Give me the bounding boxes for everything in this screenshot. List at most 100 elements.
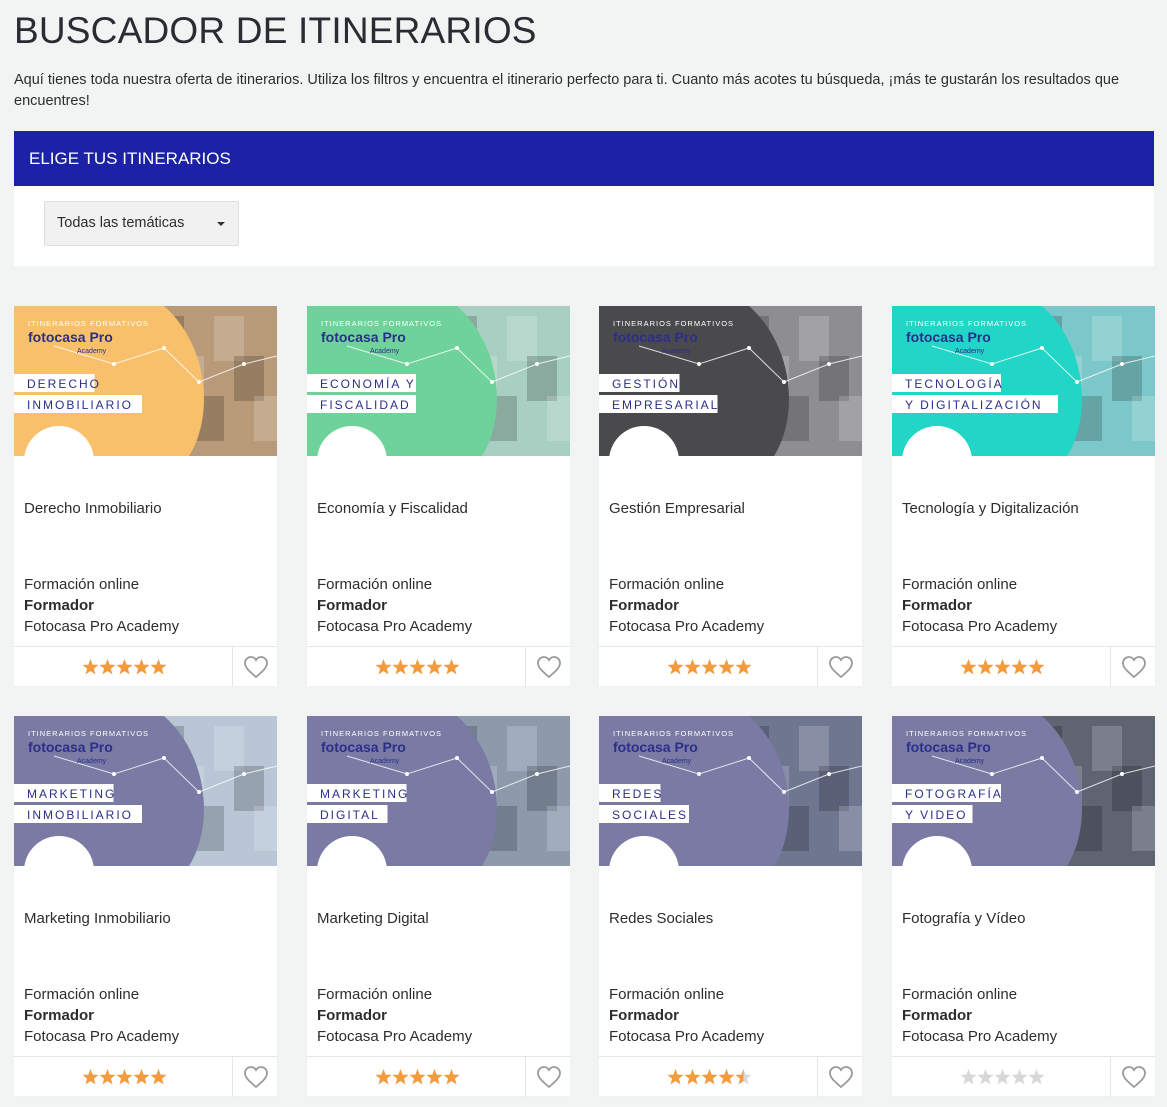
provider-logo	[317, 836, 387, 906]
provider-logo	[317, 426, 387, 496]
banner-brand-sub: Academy	[955, 758, 985, 765]
star-icon	[684, 1069, 701, 1085]
itinerary-card[interactable]: ITINERARIOS FORMATIVOS fotocasa Pro Academ…	[307, 306, 570, 687]
banner-label-line2: Y VIDEO	[905, 808, 967, 822]
banner-brand-sub: Academy	[662, 348, 692, 355]
trainer-name: Fotocasa Pro Academy	[902, 618, 1058, 635]
delivery-mode: Formación online	[317, 986, 433, 1003]
card-title[interactable]: Fotografía y Vídeo	[902, 910, 1025, 927]
trainer-name: Fotocasa Pro Academy	[609, 618, 765, 635]
card-footer	[307, 646, 570, 687]
card-footer	[599, 646, 862, 687]
banner-kicker: ITINERARIOS FORMATIVOS	[906, 319, 1027, 328]
favorite-button[interactable]	[817, 647, 862, 687]
heart-icon	[537, 656, 561, 679]
card-meta: Formación online Formador Fotocasa Pro Aca…	[609, 574, 764, 637]
card-title[interactable]: Derecho Inmobiliario	[24, 500, 162, 517]
itinerary-card[interactable]: ITINERARIOS FORMATIVOS fotocasa Pro Academ…	[14, 306, 277, 687]
banner-label-line1: MARKETING	[27, 787, 116, 801]
star-icon	[960, 659, 977, 675]
favorite-button[interactable]	[232, 1057, 277, 1097]
banner-brand: fotocasa Pro	[28, 329, 113, 345]
banner-brand: fotocasa Pro	[28, 739, 113, 755]
itinerary-card[interactable]: ITINERARIOS FORMATIVOS fotocasa Pro Academ…	[892, 306, 1155, 687]
star-icon	[133, 659, 150, 675]
card-title[interactable]: Tecnología y Digitalización	[902, 500, 1079, 517]
banner-label-line2: INMOBILIARIO	[27, 398, 133, 412]
trainer-name: Fotocasa Pro Academy	[24, 618, 180, 635]
delivery-mode: Formación online	[902, 576, 1018, 593]
provider-logo	[609, 426, 679, 496]
card-meta: Formación online Formador Fotocasa Pro Aca…	[24, 574, 179, 637]
topic-select[interactable]: Todas las temáticas	[44, 201, 239, 246]
card-footer	[14, 646, 277, 687]
provider-logo	[902, 836, 972, 906]
itinerary-card[interactable]: ITINERARIOS FORMATIVOS fotocasa Pro Academ…	[14, 716, 277, 1097]
banner-kicker: ITINERARIOS FORMATIVOS	[906, 729, 1027, 738]
intro-text: Aquí tienes toda nuestra oferta de itine…	[14, 72, 1120, 109]
card-meta: Formación online Formador Fotocasa Pro Aca…	[24, 984, 179, 1047]
itinerary-card[interactable]: ITINERARIOS FORMATIVOS fotocasa Pro Academ…	[599, 306, 862, 687]
card-title[interactable]: Redes Sociales	[609, 910, 713, 927]
banner-kicker: ITINERARIOS FORMATIVOS	[613, 319, 734, 328]
favorite-button[interactable]	[232, 647, 277, 687]
star-icon	[392, 659, 409, 675]
itinerary-card[interactable]: ITINERARIOS FORMATIVOS fotocasa Pro Academ…	[307, 716, 570, 1097]
star-icon	[977, 1069, 994, 1085]
banner-label-line1: ECONOMÍA Y	[320, 376, 416, 391]
trainer-label: Formador	[902, 597, 973, 614]
itinerary-card[interactable]: ITINERARIOS FORMATIVOS fotocasa Pro Academ…	[599, 716, 862, 1097]
trainer-name: Fotocasa Pro Academy	[902, 1028, 1058, 1045]
banner-brand: fotocasa Pro	[906, 329, 991, 345]
banner-label-line1: REDES	[612, 787, 663, 801]
banner-brand-sub: Academy	[662, 758, 692, 765]
favorite-button[interactable]	[1110, 647, 1155, 687]
star-icon	[409, 659, 426, 675]
banner-label-line1: DERECHO	[27, 377, 101, 391]
favorite-button[interactable]	[817, 1057, 862, 1097]
star-icon	[426, 659, 443, 675]
topic-select-value: Todas las temáticas	[57, 215, 185, 231]
star-icon	[133, 1069, 150, 1085]
banner-kicker: ITINERARIOS FORMATIVOS	[321, 319, 442, 328]
banner-label-line2: FISCALIDAD	[320, 398, 411, 412]
banner-kicker: ITINERARIOS FORMATIVOS	[613, 729, 734, 738]
card-title[interactable]: Marketing Inmobiliario	[24, 910, 171, 927]
card-title[interactable]: Economía y Fiscalidad	[317, 500, 468, 517]
star-icon	[443, 1069, 460, 1085]
delivery-mode: Formación online	[24, 986, 140, 1003]
card-footer	[14, 1056, 277, 1097]
banner-brand: fotocasa Pro	[613, 329, 698, 345]
star-icon	[116, 1069, 133, 1085]
banner-label-line2: EMPRESARIAL	[612, 398, 719, 412]
star-icon	[116, 659, 133, 675]
trainer-label: Formador	[317, 597, 388, 614]
star-icon	[375, 1069, 392, 1085]
banner-label-line1: FOTOGRAFÍA	[905, 786, 1003, 801]
card-meta: Formación online Formador Fotocasa Pro Aca…	[317, 574, 472, 637]
favorite-button[interactable]	[525, 647, 570, 687]
star-icon	[701, 659, 718, 675]
favorite-button[interactable]	[525, 1057, 570, 1097]
star-icon	[718, 1069, 735, 1085]
banner-brand: fotocasa Pro	[321, 329, 406, 345]
banner-label-line2: INMOBILIARIO	[27, 808, 133, 822]
delivery-mode: Formación online	[609, 986, 725, 1003]
delivery-mode: Formación online	[902, 986, 1018, 1003]
trainer-label: Formador	[609, 1007, 680, 1024]
favorite-button[interactable]	[1110, 1057, 1155, 1097]
banner-label-line1: TECNOLOGÍA	[905, 376, 1004, 391]
card-title[interactable]: Gestión Empresarial	[609, 500, 745, 517]
heart-icon	[244, 656, 268, 679]
delivery-mode: Formación online	[317, 576, 433, 593]
banner-label-line1: GESTIÓN	[612, 376, 680, 391]
heart-icon	[537, 1066, 561, 1089]
rating-stars	[667, 658, 753, 676]
trainer-label: Formador	[609, 597, 680, 614]
banner-kicker: ITINERARIOS FORMATIVOS	[28, 319, 149, 328]
card-title[interactable]: Marketing Digital	[317, 910, 429, 927]
trainer-label: Formador	[902, 1007, 973, 1024]
delivery-mode: Formación online	[24, 576, 140, 593]
itinerary-card[interactable]: ITINERARIOS FORMATIVOS fotocasa Pro Academ…	[892, 716, 1155, 1097]
star-icon	[426, 1069, 443, 1085]
